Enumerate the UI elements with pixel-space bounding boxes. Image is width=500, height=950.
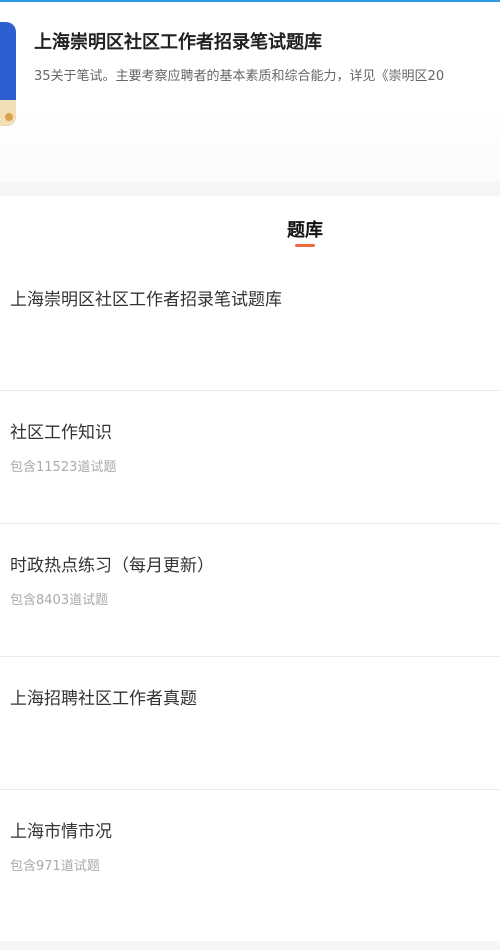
tab-question-bank[interactable]: 题库 — [0, 216, 500, 242]
cover-decoration-icon — [5, 113, 13, 121]
bank-description: 35关于笔试。主要考察应聘者的基本素质和综合能力，详见《崇明区20 — [34, 69, 445, 84]
list-item[interactable]: 上海市情市况 包含971道试题 — [0, 790, 500, 923]
list-item-count: 包含8403道试题 — [10, 593, 109, 608]
bank-cover-image — [0, 22, 16, 126]
list-item-count: 包含11523道试题 — [10, 460, 117, 475]
list-item[interactable]: 上海崇明区社区工作者招录笔试题库 — [0, 258, 500, 391]
list-item[interactable]: 上海招聘社区工作者真题 — [0, 657, 500, 790]
list-item-title: 上海招聘社区工作者真题 — [10, 689, 197, 709]
list-item-title: 上海崇明区社区工作者招录笔试题库 — [10, 290, 282, 310]
list-item-count: 包含971道试题 — [10, 859, 100, 874]
question-bank-section: 题库 上海崇明区社区工作者招录笔试题库 社区工作知识 包含11523道试题 时政… — [0, 196, 500, 941]
list-item[interactable]: 社区工作知识 包含11523道试题 — [0, 391, 500, 524]
active-tab-indicator — [295, 244, 315, 247]
list-item-title: 社区工作知识 — [10, 423, 112, 443]
list-item-title: 上海市情市况 — [10, 822, 112, 842]
question-bank-list: 上海崇明区社区工作者招录笔试题库 社区工作知识 包含11523道试题 时政热点练… — [0, 258, 500, 923]
list-item[interactable]: 时政热点练习（每月更新） 包含8403道试题 — [0, 524, 500, 657]
question-bank-header[interactable]: 上海崇明区社区工作者招录笔试题库 35关于笔试。主要考察应聘者的基本素质和综合能… — [0, 2, 500, 182]
bank-title: 上海崇明区社区工作者招录笔试题库 — [34, 32, 322, 53]
list-item-title: 时政热点练习（每月更新） — [10, 556, 214, 576]
